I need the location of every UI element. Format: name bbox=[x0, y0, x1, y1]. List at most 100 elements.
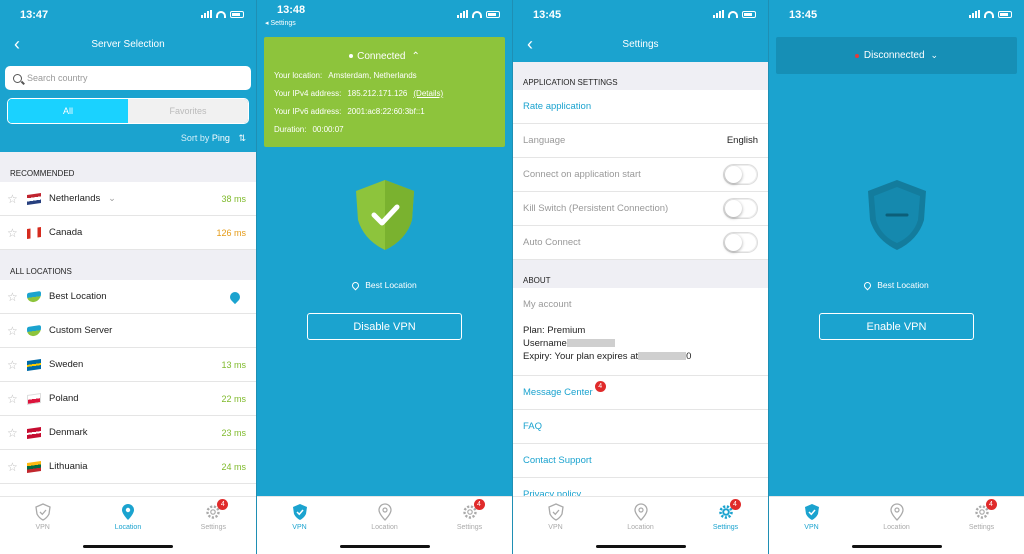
star-icon[interactable]: ☆ bbox=[7, 226, 21, 240]
shield-logo-icon bbox=[27, 324, 41, 337]
my-account-block[interactable]: My account Plan: Premium Username Expiry… bbox=[513, 288, 768, 376]
tab-location-label: Location bbox=[114, 524, 142, 531]
back-to-settings-link[interactable]: ◂ Settings bbox=[265, 19, 296, 27]
kill-switch-toggle[interactable] bbox=[723, 198, 758, 219]
star-icon[interactable]: ☆ bbox=[7, 358, 21, 372]
ipv4-line: Your IPv4 address: 185.212.171.126 (Detail… bbox=[274, 89, 443, 98]
list-item[interactable]: ☆ Canada 126 ms bbox=[0, 216, 256, 250]
list-item[interactable]: ☆ Best Location bbox=[0, 280, 256, 314]
connection-status[interactable]: Connected ⌃ bbox=[264, 37, 505, 62]
tab-location-label: Location bbox=[627, 524, 654, 531]
chevron-down-icon[interactable]: ⌄ bbox=[108, 193, 116, 204]
server-name: Netherlands bbox=[49, 193, 101, 204]
language-value: English bbox=[726, 135, 758, 146]
expiry-tail: 0 bbox=[686, 351, 692, 362]
tab-settings-label: Settings bbox=[712, 524, 739, 531]
tab-vpn[interactable]: VPN bbox=[0, 497, 85, 554]
tab-favorites[interactable]: Favorites bbox=[128, 99, 248, 123]
username-label: Username bbox=[523, 338, 567, 349]
plan-text: Plan: Premium bbox=[523, 325, 586, 336]
section-header-about: ABOUT bbox=[513, 260, 768, 288]
star-icon[interactable]: ☆ bbox=[7, 324, 21, 338]
ipv6-line: Your IPv6 address: 2001:ac8:22:60:3bf::1 bbox=[274, 107, 425, 116]
privacy-policy-link[interactable]: Privacy policy bbox=[513, 478, 768, 496]
notification-badge: 4 bbox=[217, 499, 229, 510]
status-time: 13:47 bbox=[20, 9, 49, 21]
tab-vpn[interactable]: VPN bbox=[769, 497, 854, 554]
best-location[interactable]: Best Location bbox=[769, 280, 1024, 291]
flag-denmark-icon bbox=[27, 426, 41, 439]
section-header-recommended: RECOMMENDED bbox=[0, 152, 256, 182]
tab-settings[interactable]: 4 Settings bbox=[683, 497, 768, 554]
sort-label: Sort by bbox=[180, 133, 210, 143]
sort-arrows-icon: ⇅ bbox=[238, 133, 246, 143]
star-icon[interactable]: ☆ bbox=[7, 460, 21, 474]
tab-vpn[interactable]: VPN bbox=[513, 497, 598, 554]
nav-bar: ‹ Server Selection bbox=[0, 30, 256, 60]
signal-icon bbox=[201, 10, 212, 18]
status-bar: 13:45 bbox=[769, 0, 1024, 30]
list-item[interactable]: ☆ Netherlands ⌄ 38 ms bbox=[0, 182, 256, 216]
star-icon[interactable]: ☆ bbox=[7, 290, 21, 304]
battery-icon bbox=[230, 10, 244, 18]
redacted-date bbox=[638, 352, 687, 361]
rate-application-link[interactable]: Rate application bbox=[513, 90, 768, 124]
list-item[interactable]: ☆ Custom Server bbox=[0, 314, 256, 348]
connection-status[interactable]: Disconnected ⌄ bbox=[776, 37, 1017, 74]
connect-on-start-toggle[interactable] bbox=[723, 164, 758, 185]
tab-vpn[interactable]: VPN bbox=[257, 497, 342, 554]
shield-check-icon bbox=[291, 503, 309, 521]
best-location[interactable]: Best Location bbox=[257, 280, 512, 291]
message-center-link[interactable]: Message Center 4 bbox=[513, 376, 768, 410]
list-item[interactable]: ☆ Sweden 13 ms bbox=[0, 348, 256, 382]
battery-icon bbox=[742, 10, 756, 18]
status-bar: 13:47 bbox=[0, 0, 256, 30]
enable-vpn-button[interactable]: Enable VPN bbox=[819, 313, 974, 340]
tab-bar: VPN Location 4 Settings bbox=[769, 496, 1024, 554]
list-item[interactable]: ☆ Denmark 23 ms bbox=[0, 416, 256, 450]
list-item[interactable]: ☆ Poland 22 ms bbox=[0, 382, 256, 416]
sort-control[interactable]: Sort by Ping ⇅ bbox=[181, 133, 246, 144]
tab-settings[interactable]: 4 Settings bbox=[939, 497, 1024, 554]
contact-support-link[interactable]: Contact Support bbox=[513, 444, 768, 478]
list-item[interactable]: ☆ Lithuania 24 ms bbox=[0, 450, 256, 484]
star-icon[interactable]: ☆ bbox=[7, 192, 21, 206]
location-pin-icon bbox=[227, 289, 243, 304]
connection-status-card[interactable]: Connected ⌃ Your location: Amsterdam, Neth… bbox=[264, 37, 505, 147]
details-link[interactable]: (Details) bbox=[413, 89, 443, 98]
auto-connect-row: Auto Connect bbox=[513, 226, 768, 260]
home-indicator bbox=[595, 545, 686, 548]
settings-screen: 13:45 ‹ Settings APPLICATION SETTINGS Ra… bbox=[512, 0, 768, 554]
server-ping: 22 ms bbox=[221, 393, 246, 404]
tab-settings[interactable]: 4 Settings bbox=[171, 497, 256, 554]
shield-check-icon bbox=[34, 503, 52, 521]
username-line: Username bbox=[523, 337, 758, 350]
tab-vpn-label: VPN bbox=[804, 524, 819, 531]
disable-vpn-button[interactable]: Disable VPN bbox=[307, 313, 462, 340]
auto-connect-toggle[interactable] bbox=[723, 232, 758, 253]
location-pin-icon bbox=[376, 503, 394, 521]
nav-bar: ‹ Settings bbox=[513, 30, 768, 60]
wifi-icon bbox=[984, 10, 994, 18]
status-icons bbox=[457, 10, 500, 18]
tab-settings[interactable]: 4 Settings bbox=[427, 497, 512, 554]
tab-settings-label: Settings bbox=[968, 524, 995, 531]
flag-canada-icon bbox=[27, 226, 41, 239]
shield-check-icon bbox=[355, 180, 414, 250]
best-location-label: Best Location bbox=[365, 280, 417, 290]
ipv6-value: 2001:ac8:22:60:3bf::1 bbox=[347, 107, 425, 116]
signal-icon bbox=[713, 10, 724, 18]
my-account-label: My account bbox=[523, 299, 572, 310]
battery-icon bbox=[486, 10, 500, 18]
tab-all[interactable]: All bbox=[8, 99, 128, 123]
star-icon[interactable]: ☆ bbox=[7, 392, 21, 406]
star-icon[interactable]: ☆ bbox=[7, 426, 21, 440]
search-input[interactable]: Search country bbox=[5, 66, 251, 90]
gear-icon: 4 bbox=[461, 499, 485, 521]
kill-switch-row: Kill Switch (Persistent Connection) bbox=[513, 192, 768, 226]
wifi-icon bbox=[216, 10, 226, 18]
status-icons bbox=[201, 10, 244, 18]
server-ping: 38 ms bbox=[221, 193, 246, 204]
faq-link[interactable]: FAQ bbox=[513, 410, 768, 444]
language-row[interactable]: Language English bbox=[513, 124, 768, 158]
